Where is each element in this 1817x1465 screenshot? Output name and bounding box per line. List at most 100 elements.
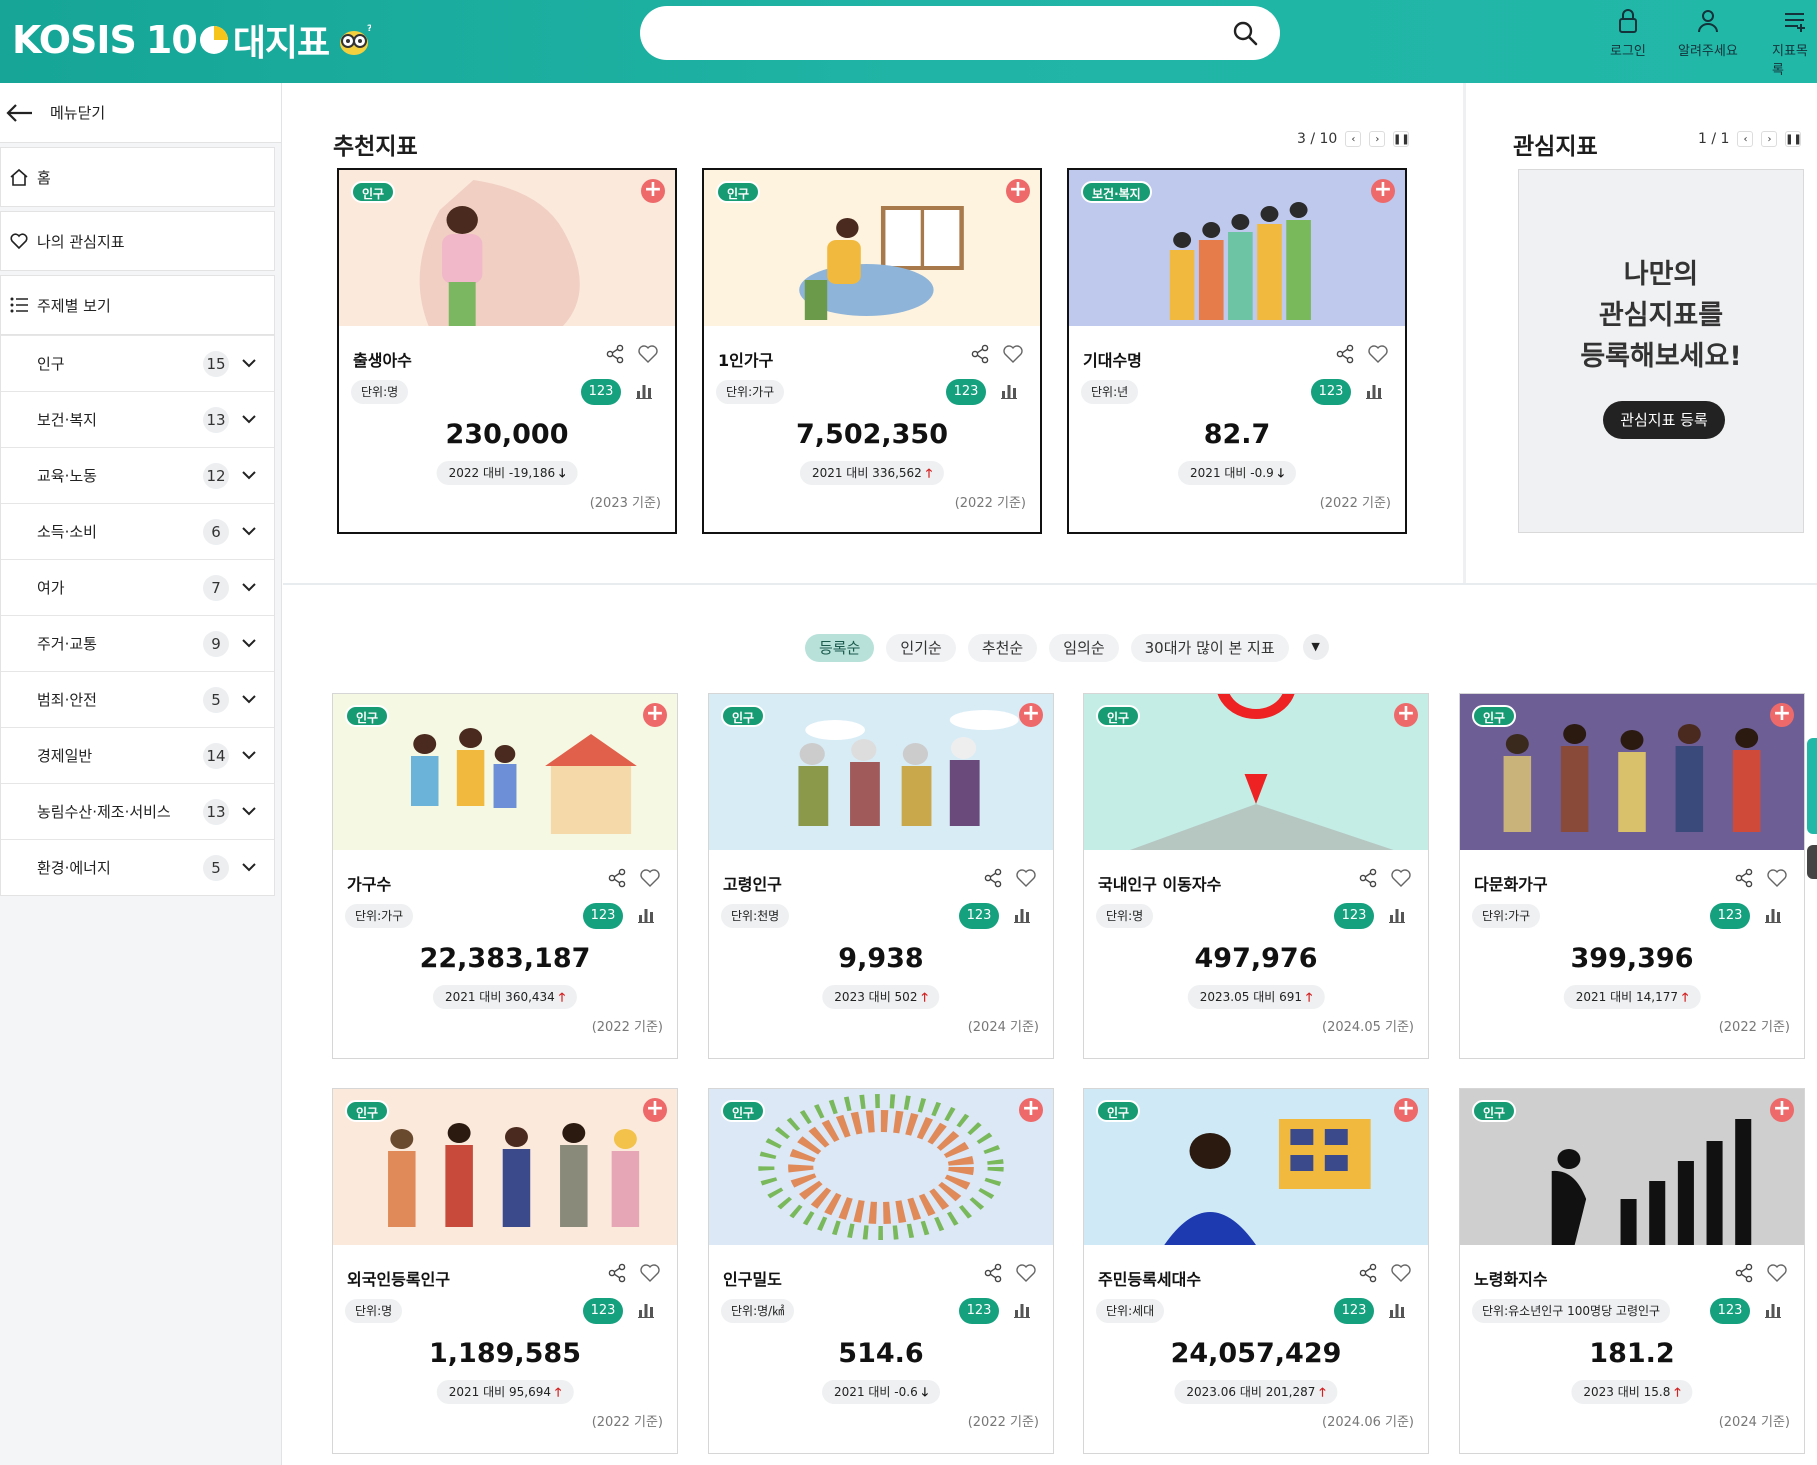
category-item-crime-safety[interactable]: 범죄·안전 5: [1, 671, 274, 727]
share-icon[interactable]: [970, 344, 990, 364]
search-input[interactable]: [664, 16, 1204, 50]
bar-chart-icon[interactable]: [1764, 906, 1782, 924]
sort-tab-age-30s[interactable]: 30대가 많이 본 지표: [1130, 634, 1289, 662]
indicator-card[interactable]: 인구 + 출생아수 단위:명 123 230,000 2022 대비 -19,1…: [337, 168, 677, 534]
share-icon[interactable]: [1358, 868, 1378, 888]
indicator-card[interactable]: 인구 + 고령인구 단위:천명 123 9,938 2023 대비 502 🡑 (…: [708, 693, 1054, 1059]
sort-tab-recommended[interactable]: 추천순: [967, 634, 1038, 662]
floating-side-tab[interactable]: [1807, 738, 1817, 834]
heart-icon[interactable]: [1766, 1262, 1788, 1284]
heart-icon[interactable]: [639, 867, 661, 889]
indicator-card[interactable]: 인구 + 다문화가구 단위:가구 123 399,396 2021 대비 14,…: [1459, 693, 1805, 1059]
bar-chart-icon[interactable]: [637, 1301, 655, 1319]
chevron-down-icon[interactable]: [241, 355, 257, 371]
add-interest-button[interactable]: +: [643, 703, 667, 727]
add-interest-button[interactable]: +: [643, 1098, 667, 1122]
number-format-toggle[interactable]: 123: [1710, 1298, 1750, 1324]
chevron-down-icon[interactable]: [241, 523, 257, 539]
sidebar-item-home[interactable]: 홈: [0, 147, 275, 207]
number-format-toggle[interactable]: 123: [959, 903, 999, 929]
sort-tab-registered[interactable]: 등록순: [805, 634, 875, 662]
kosis-logo[interactable]: KOSIS 10 대지표 ?: [12, 10, 371, 70]
sort-dropdown-button[interactable]: ▼: [1302, 634, 1329, 660]
share-icon[interactable]: [1734, 1263, 1754, 1283]
chevron-down-icon[interactable]: [241, 691, 257, 707]
add-interest-button[interactable]: +: [1006, 179, 1030, 203]
indicator-list-button[interactable]: 지표목록: [1772, 8, 1817, 78]
prev-button[interactable]: ‹: [1737, 131, 1754, 147]
chevron-down-icon[interactable]: [241, 579, 257, 595]
next-button[interactable]: ›: [1369, 131, 1386, 147]
chevron-down-icon[interactable]: [241, 859, 257, 875]
number-format-toggle[interactable]: 123: [581, 379, 621, 405]
category-item-population[interactable]: 인구 15: [1, 335, 274, 391]
share-icon[interactable]: [607, 1263, 627, 1283]
category-item-agriculture-industry[interactable]: 농림수산·제조·서비스 13: [1, 783, 274, 839]
register-interest-button[interactable]: 관심지표 등록: [1603, 401, 1725, 439]
heart-icon[interactable]: [637, 343, 659, 365]
heart-icon[interactable]: [1015, 1262, 1037, 1284]
bar-chart-icon[interactable]: [637, 906, 655, 924]
heart-icon[interactable]: [1002, 343, 1024, 365]
indicator-card[interactable]: 인구 + 노령화지수 단위:유소년인구 100명당 고령인구 123 181.2…: [1459, 1088, 1805, 1454]
bar-chart-icon[interactable]: [635, 382, 653, 400]
sidebar-item-my-interest[interactable]: 나의 관심지표: [0, 211, 275, 271]
indicator-card[interactable]: 보건·복지 + 기대수명 단위:년 123 82.7 2021 대비 -0.9 🡓…: [1067, 168, 1407, 534]
heart-icon[interactable]: [639, 1262, 661, 1284]
add-interest-button[interactable]: +: [641, 179, 665, 203]
category-item-education-labor[interactable]: 교육·노동 12: [1, 447, 274, 503]
bar-chart-icon[interactable]: [1388, 1301, 1406, 1319]
number-format-toggle[interactable]: 123: [583, 903, 623, 929]
heart-icon[interactable]: [1367, 343, 1389, 365]
indicator-card[interactable]: 인구 + 주민등록세대수 단위:세대 123 24,057,429 2023.0…: [1083, 1088, 1429, 1454]
indicator-card[interactable]: 인구 + 인구밀도 단위:명/㎢ 123 514.6 2021 대비 -0.6 🡓…: [708, 1088, 1054, 1454]
heart-icon[interactable]: [1015, 867, 1037, 889]
pause-button[interactable]: ❚❚: [1393, 131, 1410, 147]
next-button[interactable]: ›: [1761, 131, 1778, 147]
category-item-health-welfare[interactable]: 보건·복지 13: [1, 391, 274, 447]
category-item-leisure[interactable]: 여가 7: [1, 559, 274, 615]
share-icon[interactable]: [1335, 344, 1355, 364]
add-interest-button[interactable]: +: [1019, 703, 1043, 727]
indicator-card[interactable]: 인구 + 1인가구 단위:가구 123 7,502,350 2021 대비 33…: [702, 168, 1042, 534]
floating-top-button[interactable]: [1807, 845, 1817, 879]
add-interest-button[interactable]: +: [1770, 703, 1794, 727]
indicator-card[interactable]: 인구 + 가구수 단위:가구 123 22,383,187 2021 대비 36…: [332, 693, 678, 1059]
pause-button[interactable]: ❚❚: [1785, 131, 1802, 147]
indicator-card[interactable]: 인구 + 외국인등록인구 단위:명 123 1,189,585 2021 대비 …: [332, 1088, 678, 1454]
bar-chart-icon[interactable]: [1000, 382, 1018, 400]
sort-tab-random[interactable]: 임의순: [1049, 634, 1119, 662]
sidebar-item-by-theme[interactable]: 주제별 보기: [0, 275, 275, 335]
search-icon[interactable]: [1232, 20, 1258, 46]
search-bar[interactable]: [640, 6, 1280, 60]
menu-close-button[interactable]: 메뉴닫기: [0, 83, 281, 143]
chevron-down-icon[interactable]: [241, 747, 257, 763]
add-interest-button[interactable]: +: [1770, 1098, 1794, 1122]
number-format-toggle[interactable]: 123: [1334, 1298, 1374, 1324]
number-format-toggle[interactable]: 123: [583, 1298, 623, 1324]
heart-icon[interactable]: [1390, 867, 1412, 889]
add-interest-button[interactable]: +: [1394, 703, 1418, 727]
add-interest-button[interactable]: +: [1394, 1098, 1418, 1122]
number-format-toggle[interactable]: 123: [946, 379, 986, 405]
heart-icon[interactable]: [1390, 1262, 1412, 1284]
indicator-card[interactable]: 인구 + 국내인구 이동자수 단위:명 123 497,976 2023.05 …: [1083, 693, 1429, 1059]
number-format-toggle[interactable]: 123: [959, 1298, 999, 1324]
share-icon[interactable]: [983, 1263, 1003, 1283]
prev-button[interactable]: ‹: [1345, 131, 1362, 147]
category-item-economy[interactable]: 경제일반 14: [1, 727, 274, 783]
share-icon[interactable]: [983, 868, 1003, 888]
bar-chart-icon[interactable]: [1388, 906, 1406, 924]
category-item-environment-energy[interactable]: 환경·에너지 5: [1, 839, 274, 895]
share-icon[interactable]: [607, 868, 627, 888]
bar-chart-icon[interactable]: [1764, 1301, 1782, 1319]
share-icon[interactable]: [1358, 1263, 1378, 1283]
category-item-income-consumption[interactable]: 소득·소비 6: [1, 503, 274, 559]
number-format-toggle[interactable]: 123: [1710, 903, 1750, 929]
number-format-toggle[interactable]: 123: [1311, 379, 1351, 405]
chevron-down-icon[interactable]: [241, 411, 257, 427]
add-interest-button[interactable]: +: [1371, 179, 1395, 203]
notify-button[interactable]: 알려주세요: [1678, 8, 1738, 59]
category-item-housing-transport[interactable]: 주거·교통 9: [1, 615, 274, 671]
sort-tab-popular[interactable]: 인기순: [886, 634, 956, 662]
